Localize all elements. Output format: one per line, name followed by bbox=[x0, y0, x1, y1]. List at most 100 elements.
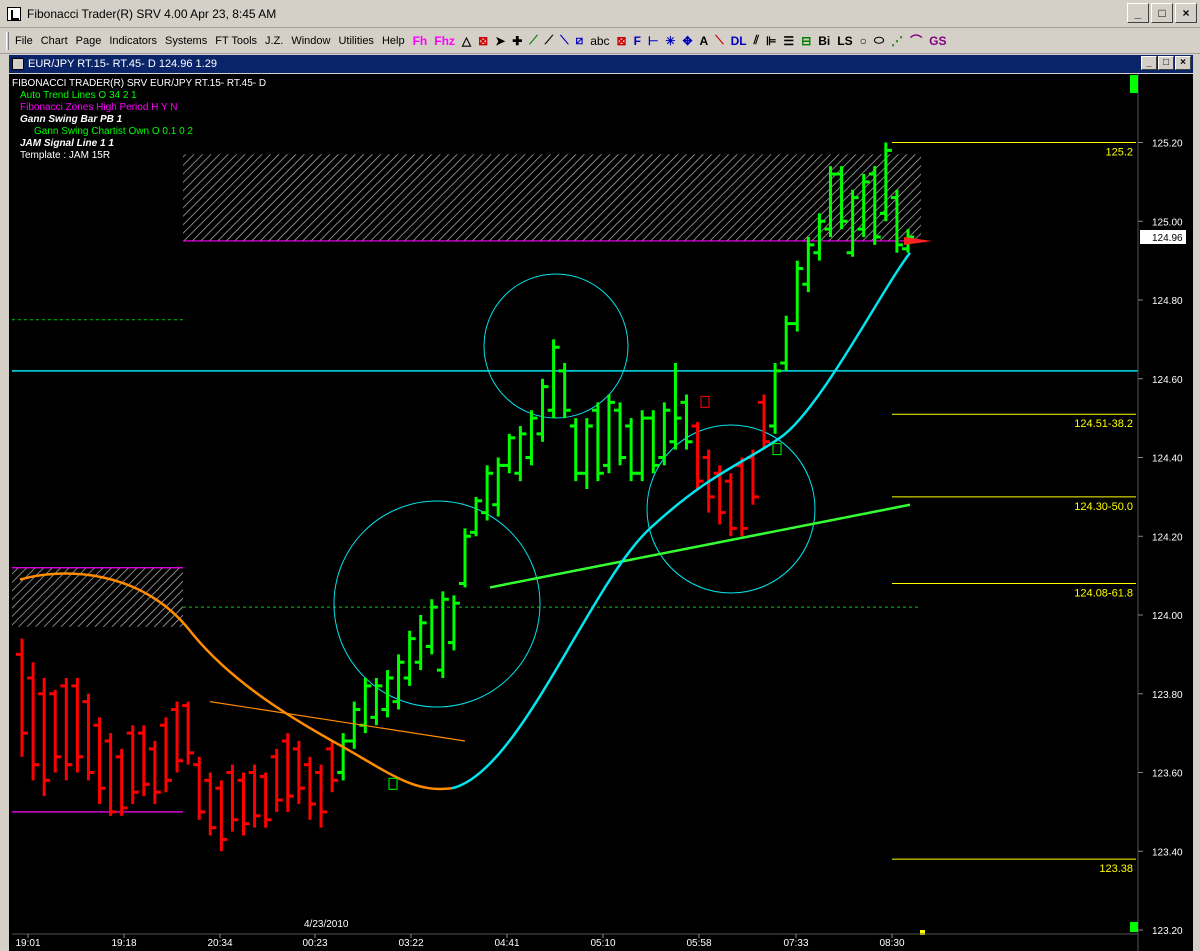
price-bar bbox=[503, 433, 516, 474]
price-bar bbox=[580, 418, 593, 489]
price-bar bbox=[591, 402, 604, 482]
price-bar bbox=[292, 741, 305, 804]
y-axis-label: 124.00 bbox=[1152, 611, 1183, 622]
price-bar bbox=[459, 528, 471, 588]
legend-template: Template : JAM 15R bbox=[20, 150, 111, 161]
current-price-label: 124.96 bbox=[1152, 233, 1183, 244]
swing-marker-icon bbox=[700, 395, 710, 408]
y-axis-label: 125.00 bbox=[1152, 217, 1183, 228]
x-axis-label: 03:22 bbox=[398, 938, 423, 949]
legend-gann-swing-bar[interactable]: Gann Swing Bar PB 1 bbox=[12, 114, 266, 126]
price-bar bbox=[49, 689, 62, 773]
y-axis-label: 124.80 bbox=[1152, 296, 1183, 307]
price-bar bbox=[492, 457, 505, 517]
legend-gann-swing-chartist[interactable]: Gann Swing Chartist Own O 0.1 0 2 bbox=[12, 126, 266, 138]
price-bar bbox=[414, 615, 427, 671]
x-axis-label: 08:30 bbox=[879, 938, 904, 949]
price-bar bbox=[791, 260, 804, 332]
legend-jam-signal-line[interactable]: JAM Signal Line 1 1 bbox=[12, 138, 266, 150]
price-bar bbox=[481, 465, 494, 521]
price-bar bbox=[60, 678, 73, 781]
price-bar bbox=[525, 410, 538, 466]
jam-signal-curve bbox=[451, 251, 911, 790]
x-axis-label: 04:41 bbox=[494, 938, 519, 949]
price-bar bbox=[93, 717, 106, 804]
price-bar bbox=[159, 717, 172, 793]
price-bar bbox=[27, 662, 40, 781]
y-axis-label: 125.20 bbox=[1152, 139, 1183, 150]
scroll-marker-top-icon bbox=[1130, 75, 1138, 93]
price-bar bbox=[658, 402, 671, 466]
price-bar bbox=[193, 756, 206, 820]
fib-zone-upper bbox=[183, 154, 921, 241]
fib-level-label: 124.30-50.0 bbox=[1074, 501, 1133, 513]
price-bar bbox=[802, 237, 815, 293]
price-bar bbox=[204, 772, 217, 836]
y-axis-label: 124.60 bbox=[1152, 375, 1183, 386]
swing-marker-icon bbox=[388, 777, 398, 790]
x-axis-label: 19:18 bbox=[111, 938, 136, 949]
price-bar bbox=[171, 701, 184, 773]
price-bar bbox=[337, 733, 350, 781]
price-bar bbox=[447, 595, 460, 651]
price-bar bbox=[82, 693, 95, 781]
y-axis-label: 123.40 bbox=[1152, 847, 1183, 858]
price-bar bbox=[758, 394, 771, 450]
price-bar bbox=[470, 496, 483, 537]
price-bar bbox=[148, 741, 161, 804]
price-bar bbox=[226, 764, 239, 832]
price-bar bbox=[237, 772, 250, 836]
price-bar bbox=[625, 418, 638, 482]
legend-auto-trend-lines[interactable]: Auto Trend Lines O 34 2 1 bbox=[12, 90, 266, 102]
orange-trend-line bbox=[209, 701, 466, 742]
y-axis-label: 124.40 bbox=[1152, 454, 1183, 465]
price-bar bbox=[137, 725, 150, 797]
price-bar bbox=[315, 764, 328, 828]
chart-date-label: 4/23/2010 bbox=[304, 919, 349, 930]
price-bar bbox=[126, 725, 139, 804]
price-bar bbox=[303, 756, 316, 820]
price-bar bbox=[115, 748, 128, 816]
price-bar bbox=[370, 678, 383, 726]
indicator-legend: FIBONACCI TRADER(R) SRV EUR/JPY RT.15- R… bbox=[12, 78, 266, 162]
price-bar bbox=[38, 678, 51, 797]
legend-fibonacci-zones[interactable]: Fibonacci Zones High Period H Y N bbox=[12, 102, 266, 114]
x-axis-label: 20:34 bbox=[207, 938, 232, 949]
price-bar bbox=[248, 764, 261, 828]
x-axis-label: 00:23 bbox=[302, 938, 327, 949]
annotation-circle bbox=[333, 500, 541, 708]
price-bar bbox=[425, 599, 438, 655]
price-bar bbox=[281, 733, 294, 812]
price-bar bbox=[403, 630, 416, 686]
y-axis-label: 124.20 bbox=[1152, 532, 1183, 543]
price-bar bbox=[536, 378, 549, 442]
price-bar bbox=[735, 457, 748, 537]
price-bar bbox=[691, 422, 704, 489]
fib-level-label: 124.51-38.2 bbox=[1074, 418, 1133, 430]
price-bar bbox=[724, 473, 737, 537]
y-axis-label: 123.60 bbox=[1152, 769, 1183, 780]
price-bar bbox=[569, 418, 582, 482]
price-bar bbox=[769, 363, 782, 434]
price-bar bbox=[104, 733, 117, 816]
fib-level-label: 125.2 bbox=[1105, 147, 1133, 159]
price-bar bbox=[636, 410, 649, 482]
price-bar bbox=[780, 315, 793, 371]
x-axis-label: 19:01 bbox=[15, 938, 40, 949]
y-axis-label: 123.80 bbox=[1152, 690, 1183, 701]
x-axis-label: 07:33 bbox=[783, 938, 808, 949]
price-bar bbox=[436, 591, 449, 678]
price-bar bbox=[71, 678, 84, 773]
price-bar bbox=[215, 780, 228, 852]
y-axis-label: 123.20 bbox=[1152, 926, 1183, 937]
price-bar bbox=[270, 748, 283, 812]
price-bar bbox=[182, 701, 195, 765]
legend-header: FIBONACCI TRADER(R) SRV EUR/JPY RT.15- R… bbox=[12, 78, 267, 89]
price-bar bbox=[16, 638, 28, 757]
price-bar bbox=[647, 410, 660, 474]
x-axis-label: 05:10 bbox=[590, 938, 615, 949]
price-bar bbox=[669, 363, 682, 450]
price-bar bbox=[259, 772, 272, 828]
price-bar bbox=[381, 670, 394, 718]
price-bar bbox=[602, 394, 615, 474]
